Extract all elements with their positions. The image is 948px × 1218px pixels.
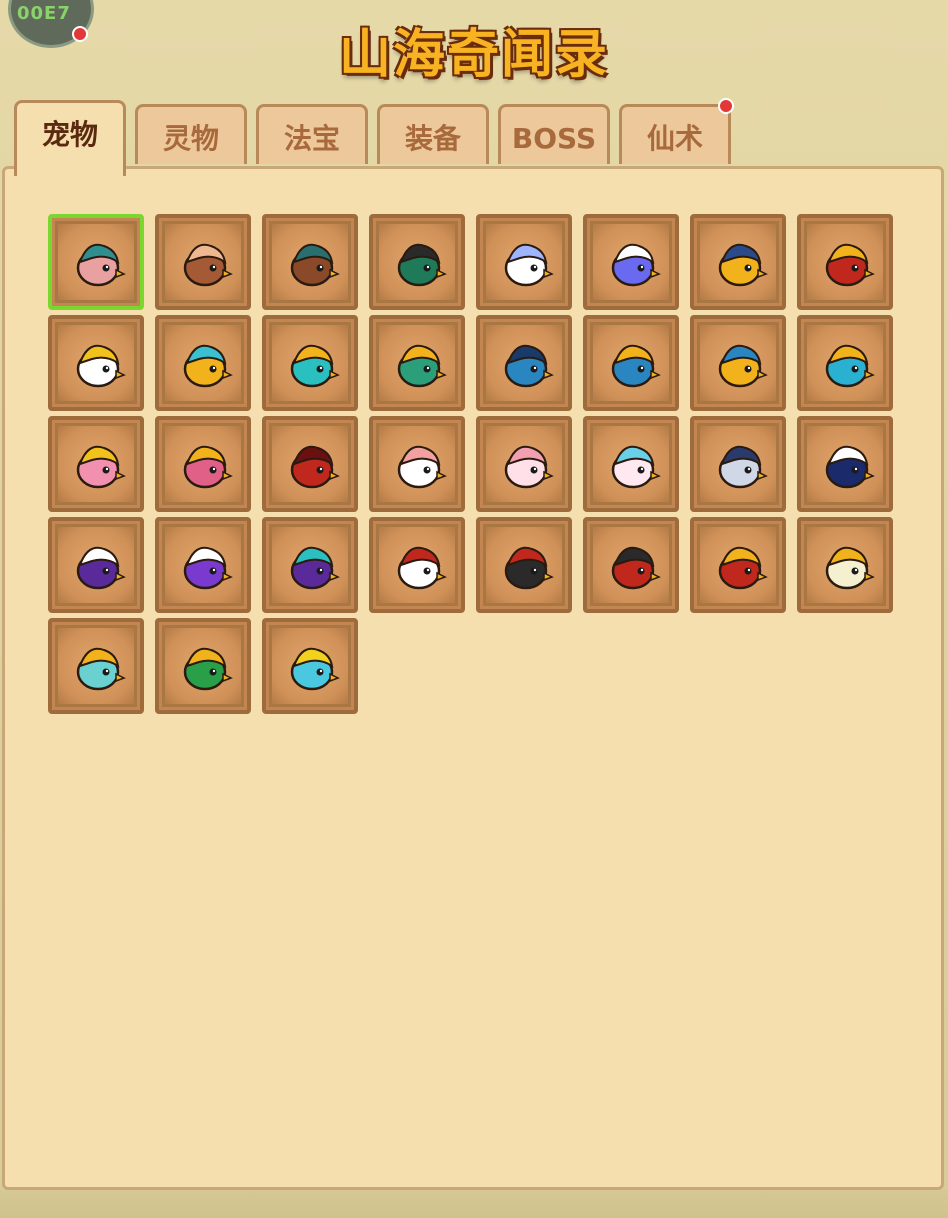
pet-slot[interactable] — [262, 416, 358, 512]
blue-helmet-icon — [504, 344, 554, 388]
white-gold-ram-icon — [76, 344, 126, 388]
silver-mecha-rabbit-icon — [718, 445, 768, 489]
pet-slot[interactable] — [476, 214, 572, 310]
green-helmet-icon — [611, 344, 661, 388]
teal-armor-ram-icon — [290, 344, 340, 388]
tab-pets[interactable]: 宠物 — [14, 100, 126, 176]
tab-immortal-arts[interactable]: 仙术 — [619, 104, 731, 164]
bottom-frame — [0, 1190, 948, 1218]
gold-horn-helmet-icon — [718, 344, 768, 388]
cream-chick-icon — [825, 546, 875, 590]
cyan-mane-bird-icon — [290, 647, 340, 691]
pet-slot[interactable] — [690, 517, 786, 613]
pet-slot[interactable] — [48, 517, 144, 613]
pet-slot[interactable] — [583, 214, 679, 310]
pet-slot[interactable] — [690, 416, 786, 512]
green-parrot-icon — [183, 647, 233, 691]
pet-slot[interactable] — [369, 517, 465, 613]
pet-slot[interactable] — [583, 416, 679, 512]
pet-slot[interactable] — [155, 214, 251, 310]
pink-bird-icon — [76, 445, 126, 489]
pink-crest-bird-icon — [183, 445, 233, 489]
pet-slot[interactable] — [262, 618, 358, 714]
teal-parrot-icon — [76, 647, 126, 691]
pet-slot[interactable] — [369, 315, 465, 411]
purple-horn-beast-icon — [183, 546, 233, 590]
white-rabbit-icon — [397, 445, 447, 489]
pet-slot[interactable] — [797, 416, 893, 512]
pet-slot[interactable] — [476, 416, 572, 512]
pet-slot[interactable] — [155, 517, 251, 613]
white-ram-icon — [504, 243, 554, 287]
pet-slot[interactable] — [583, 517, 679, 613]
pet-slot[interactable] — [476, 315, 572, 411]
pet-slot[interactable] — [48, 416, 144, 512]
pet-slot[interactable] — [155, 416, 251, 512]
tab-spirit-items[interactable]: 灵物 — [135, 104, 247, 164]
cyan-dragon-armor-icon — [825, 344, 875, 388]
black-red-beast-icon — [504, 546, 554, 590]
demon-horn-beast-icon — [718, 546, 768, 590]
pet-slot[interactable] — [690, 214, 786, 310]
green-leaf-monkey-icon — [397, 243, 447, 287]
pet-slot[interactable] — [48, 214, 144, 310]
jade-armor-beast-icon — [397, 344, 447, 388]
crystal-rabbit-icon — [611, 445, 661, 489]
tab-boss[interactable]: BOSS — [498, 104, 610, 164]
pet-slot[interactable] — [262, 315, 358, 411]
red-horn-beast-icon — [611, 546, 661, 590]
pet-slot[interactable] — [155, 618, 251, 714]
pet-slot[interactable] — [262, 214, 358, 310]
teal-monkey-icon — [76, 243, 126, 287]
pet-slot[interactable] — [262, 517, 358, 613]
purple-dragon-icon — [290, 546, 340, 590]
pet-slot[interactable] — [797, 315, 893, 411]
pet-slot[interactable] — [48, 618, 144, 714]
pet-slot[interactable] — [155, 315, 251, 411]
navy-helmet-icon — [825, 445, 875, 489]
pet-slot[interactable] — [797, 214, 893, 310]
pet-slot[interactable] — [48, 315, 144, 411]
pink-rabbit-icon — [504, 445, 554, 489]
pet-slot[interactable] — [369, 416, 465, 512]
pet-slot[interactable] — [797, 517, 893, 613]
pet-slot[interactable] — [583, 315, 679, 411]
white-red-beast-icon — [397, 546, 447, 590]
pet-slot[interactable] — [369, 214, 465, 310]
pet-slot[interactable] — [690, 315, 786, 411]
brown-monkey-icon — [183, 243, 233, 287]
striped-monkey-icon — [290, 243, 340, 287]
golden-helmet-icon — [718, 243, 768, 287]
page-title: 山海奇闻录 — [338, 24, 609, 85]
purple-helmet-icon — [76, 546, 126, 590]
blue-unicorn-icon — [611, 243, 661, 287]
tab-treasures[interactable]: 法宝 — [256, 104, 368, 164]
tab-equipment[interactable]: 装备 — [377, 104, 489, 164]
red-armor-horn-icon — [825, 243, 875, 287]
red-phoenix-icon — [290, 445, 340, 489]
tab-notification-badge — [718, 98, 734, 114]
pet-slot[interactable] — [476, 517, 572, 613]
gold-cyan-ram-icon — [183, 344, 233, 388]
